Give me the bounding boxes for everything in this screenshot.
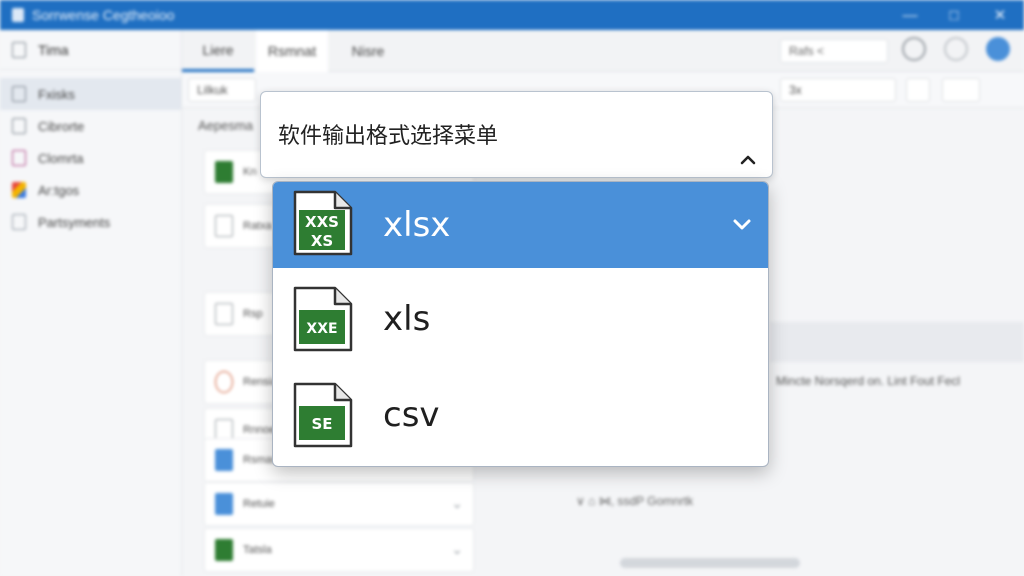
svg-text:XS: XS [311,232,333,250]
chevron-down-icon[interactable]: ⌄ [451,541,463,558]
excel-file-icon [215,539,233,561]
option-label: xls [383,299,431,339]
option-csv[interactable]: SE csv [273,368,768,462]
tab-liere[interactable]: Liere [182,30,254,72]
close-button[interactable]: ✕ [980,0,1020,30]
image-file-icon [215,493,233,515]
format-combo-box[interactable]: 软件输出格式选择菜单 [260,91,773,178]
sidebar-header[interactable]: Tima [0,30,181,70]
title-bar: Sоrrwense Cegtheoioo [0,0,1024,30]
tree-item[interactable]: ∨ ⌂ ⋈, ssdP Gomnrtk [576,494,693,508]
chevron-up-icon[interactable] [738,150,758,170]
user-avatar[interactable] [986,37,1010,61]
sidebar-item-cibrorte[interactable]: Cibrorte [0,110,181,142]
edit-icon[interactable] [944,37,968,61]
excel-file-icon [215,161,233,183]
tab-bar: Liere Rsmnat Nisre [182,30,1024,72]
sidebar-item-payments[interactable]: Partsyments [0,206,181,238]
sidebar-item-apps[interactable]: Ar:tgos [0,174,181,206]
chevron-down-icon[interactable]: ⌄ [451,495,463,512]
image-file-icon [215,449,233,471]
svg-text:XXS: XXS [305,213,339,231]
ring-icon [215,371,233,393]
window-title: Sоrrwense Cegtheoioo [32,7,175,23]
option-label: csv [383,395,440,435]
view-select[interactable]: Lilkuk [188,78,256,102]
link-icon[interactable] [902,37,926,61]
file-icon [12,86,26,102]
sidebar: Tima Fxisks Cibrorte Clomrta Ar:tgos Par… [0,30,182,576]
contact-icon [12,150,26,166]
sidebar-item-files[interactable]: Fxisks [0,78,181,110]
option-xls[interactable]: XXE xls [273,272,768,366]
format-select[interactable]: 3x [780,78,896,102]
document-icon [12,214,26,230]
chevron-down-icon[interactable] [730,212,754,236]
option-label: xlsx [383,205,451,245]
search-input[interactable]: Rafs < [780,39,888,63]
tab-nisre[interactable]: Nisre [332,30,404,72]
apps-icon [12,182,26,198]
excel-file-icon: XXE [293,286,353,352]
section-header[interactable] [770,322,1024,362]
file-icon [215,303,233,325]
lock-icon[interactable] [942,78,980,102]
chevron-down-icon[interactable] [906,78,930,102]
svg-text:SE: SE [311,415,332,433]
file-icon [12,118,26,134]
minimize-button[interactable]: — [890,0,930,30]
format-dropdown-list: XXS XS xlsx XXE xls SE csv [272,181,769,467]
list-item[interactable]: Retuie ⌄ [204,482,474,526]
maximize-button[interactable]: □ [934,0,974,30]
csv-file-icon: SE [293,382,353,448]
excel-file-icon: XXS XS [293,190,353,256]
tab-rsmnat[interactable]: Rsmnat [256,30,328,72]
panel-header: Aepesma [198,118,253,133]
svg-text:XXE: XXE [306,321,337,337]
info-text: Mincte Norsqerd on. Lint Fout Fecl [776,374,961,388]
home-icon [12,41,26,58]
sidebar-item-contacts[interactable]: Clomrta [0,142,181,174]
list-item[interactable]: Tatsla ⌄ [204,528,474,572]
app-icon [12,8,24,22]
horizontal-scrollbar[interactable] [620,558,800,568]
option-xlsx[interactable]: XXS XS xlsx [273,182,768,268]
combo-label: 软件输出格式选择菜单 [278,124,499,149]
file-icon [215,215,233,237]
